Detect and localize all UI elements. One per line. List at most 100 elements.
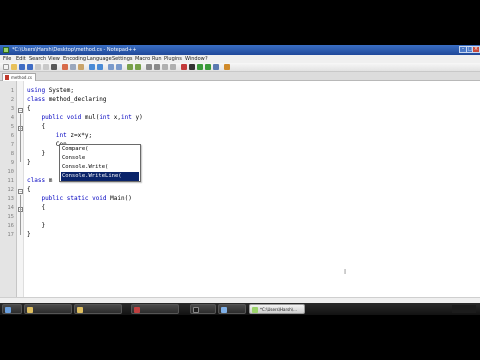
autocomplete-item-selected[interactable]: Console.WriteLine(: [61, 172, 139, 181]
save-macro-icon[interactable]: [213, 64, 219, 70]
play-macro-icon[interactable]: [197, 64, 203, 70]
new-file-icon[interactable]: [3, 64, 9, 70]
line-number: 14: [7, 205, 14, 211]
code-line: {: [27, 204, 46, 211]
document-tab-strip: method.cs: [0, 72, 480, 81]
line-number: 10: [7, 169, 14, 175]
folder-icon: [27, 307, 33, 313]
menu-search[interactable]: Search: [29, 55, 46, 63]
line-number: 12: [7, 187, 14, 193]
save-all-icon[interactable]: [27, 64, 33, 70]
code-line: public void mul(int x,int y): [41, 114, 143, 121]
menu-macro[interactable]: Macro: [135, 55, 150, 63]
line-number-gutter: 1 2 3 4 5 6 7 8 9 10 11 12 13 14 15 16 1…: [0, 81, 17, 297]
autocomplete-item[interactable]: Console: [61, 154, 139, 163]
stop-macro-icon[interactable]: [189, 64, 195, 70]
code-line: }: [27, 150, 46, 157]
taskbar-notepadpp-button[interactable]: *C:\Users\Harsh\...: [249, 304, 305, 314]
code-line: class m: [27, 177, 53, 184]
close-file-icon[interactable]: [35, 64, 41, 70]
copy-icon[interactable]: [70, 64, 76, 70]
replace-icon[interactable]: [116, 64, 122, 70]
line-number: 8: [10, 151, 14, 157]
fold-guide: [20, 114, 21, 162]
print-icon[interactable]: [51, 64, 57, 70]
line-number: 4: [10, 115, 14, 121]
menu-language[interactable]: Language: [87, 55, 112, 63]
fold-collapse-icon[interactable]: −: [18, 108, 23, 113]
line-number: 17: [7, 232, 14, 238]
close-all-icon[interactable]: [43, 64, 49, 70]
menu-help[interactable]: ?: [205, 55, 208, 63]
code-line: {: [27, 186, 31, 193]
plugin-icon[interactable]: [224, 64, 230, 70]
code-line: }: [27, 231, 31, 238]
notepadpp-icon: [252, 307, 258, 313]
code-line: {: [27, 105, 31, 112]
menu-view[interactable]: View: [48, 55, 60, 63]
taskbar-app-button[interactable]: [2, 304, 22, 314]
line-number: 5: [10, 124, 14, 130]
menu-window[interactable]: Window: [185, 55, 205, 63]
line-number: 6: [10, 133, 14, 139]
line-number: 3: [10, 106, 14, 112]
taskbar: *C:\Users\Harsh\...: [0, 303, 480, 315]
line-number: 9: [10, 160, 14, 166]
line-number: 16: [7, 223, 14, 229]
system-tray[interactable]: [452, 305, 476, 313]
app-icon: [5, 307, 11, 313]
autocomplete-list[interactable]: Compare( Console Console.Write( Console.…: [59, 144, 141, 182]
menu-encoding[interactable]: Encoding: [63, 55, 86, 63]
record-macro-icon[interactable]: [181, 64, 187, 70]
indent-guide-icon[interactable]: [170, 64, 176, 70]
terminal-icon: [193, 307, 199, 313]
app-icon: [134, 307, 140, 313]
tab-method-cs[interactable]: method.cs: [2, 73, 36, 81]
code-line: {: [27, 123, 46, 130]
title-bar[interactable]: *C:\Users\Harsh\Desktop\method.cs - Note…: [0, 45, 480, 55]
fold-guide: [20, 195, 21, 235]
line-number: 13: [7, 196, 14, 202]
tab-label: method.cs: [11, 75, 33, 80]
word-wrap-icon[interactable]: [154, 64, 160, 70]
show-all-chars-icon[interactable]: [162, 64, 168, 70]
line-number: 1: [10, 88, 14, 94]
close-button[interactable]: ×: [472, 46, 480, 53]
save-icon[interactable]: [19, 64, 25, 70]
menu-file[interactable]: File: [3, 55, 11, 63]
autocomplete-item[interactable]: Console.Write(: [61, 163, 139, 172]
find-icon[interactable]: [108, 64, 114, 70]
folder-icon: [77, 307, 83, 313]
code-editor[interactable]: 1 2 3 4 5 6 7 8 9 10 11 12 13 14 15 16 1…: [0, 81, 480, 297]
taskbar-app-button[interactable]: [24, 304, 72, 314]
text-cursor-icon: I: [344, 268, 347, 276]
line-number: 11: [7, 178, 14, 184]
cut-icon[interactable]: [62, 64, 68, 70]
app-icon: [221, 307, 227, 313]
line-number: 7: [10, 142, 14, 148]
menu-edit[interactable]: Edit: [16, 55, 26, 63]
line-number: 2: [10, 97, 14, 103]
taskbar-label: *C:\Users\Harsh\...: [260, 307, 297, 312]
menu-settings[interactable]: Settings: [112, 55, 133, 63]
toolbar: [0, 63, 480, 72]
taskbar-app-button[interactable]: [218, 304, 246, 314]
code-line: }: [27, 222, 46, 229]
run-macro-multiple-icon[interactable]: [205, 64, 211, 70]
zoom-out-icon[interactable]: [135, 64, 141, 70]
menu-plugins[interactable]: Plugins: [164, 55, 182, 63]
open-folder-icon[interactable]: [11, 64, 17, 70]
unsaved-file-icon: [5, 75, 9, 80]
undo-icon[interactable]: [89, 64, 95, 70]
redo-icon[interactable]: [97, 64, 103, 70]
sync-scroll-icon[interactable]: [146, 64, 152, 70]
paste-icon[interactable]: [78, 64, 84, 70]
taskbar-app-button[interactable]: [74, 304, 122, 314]
window-title: *C:\Users\Harsh\Desktop\method.cs - Note…: [12, 47, 137, 53]
menu-run[interactable]: Run: [152, 55, 162, 63]
autocomplete-item[interactable]: Compare(: [61, 145, 139, 154]
taskbar-app-button[interactable]: [131, 304, 179, 314]
taskbar-app-button[interactable]: [190, 304, 216, 314]
zoom-in-icon[interactable]: [127, 64, 133, 70]
fold-collapse-icon[interactable]: −: [18, 189, 23, 194]
